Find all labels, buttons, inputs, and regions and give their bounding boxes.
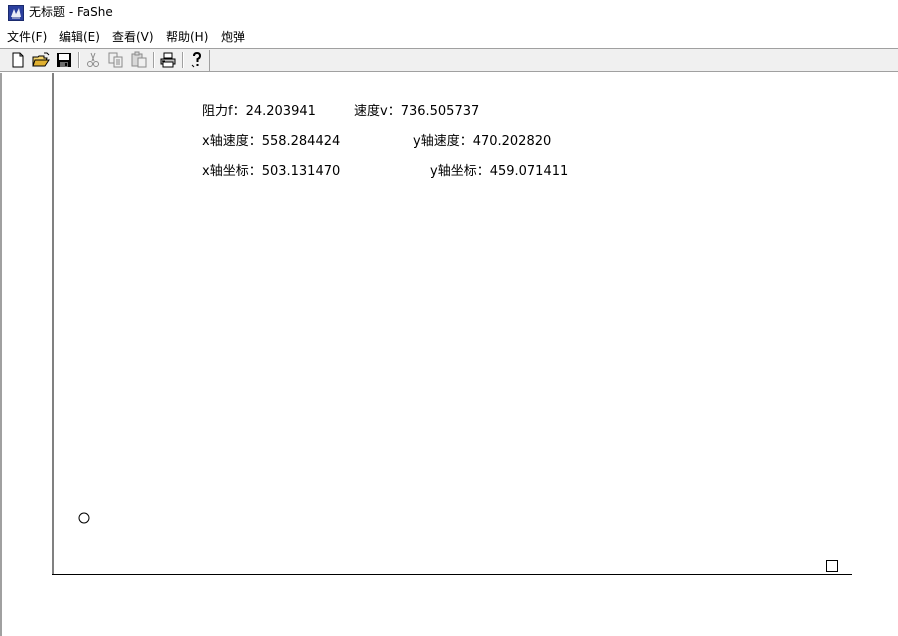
- save-disk-icon[interactable]: [55, 51, 73, 69]
- open-folder-icon[interactable]: [32, 51, 50, 69]
- resistance-readout: 阻力f：24.203941: [202, 104, 316, 119]
- paste-icon[interactable]: [130, 51, 148, 69]
- simulation-canvas: [52, 73, 852, 575]
- new-file-icon[interactable]: [9, 51, 27, 69]
- toolbar-separator: [153, 52, 155, 68]
- y-velocity-readout: y轴速度：470.202820: [413, 134, 552, 149]
- menu-edit[interactable]: 编辑(E): [59, 29, 100, 46]
- x-coordinate-readout: x轴坐标：503.131470: [202, 164, 341, 179]
- y-coordinate-readout: y轴坐标：459.071411: [430, 164, 569, 179]
- copy-icon[interactable]: [107, 51, 125, 69]
- help-icon[interactable]: [188, 51, 206, 69]
- print-icon[interactable]: [159, 51, 177, 69]
- toolbar-separator: [182, 52, 184, 68]
- menu-view[interactable]: 查看(V): [112, 29, 154, 46]
- app-window: 无标题 - FaShe 文件(F) 编辑(E) 查看(V) 帮助(H) 炮弹 阻…: [0, 0, 898, 636]
- client-area: 阻力f：24.203941 速度v：736.505737 x轴速度：558.28…: [0, 73, 898, 636]
- target-square: [826, 560, 838, 572]
- toolbar-separator: [78, 52, 80, 68]
- menu-shell[interactable]: 炮弹: [221, 29, 245, 46]
- projectile-circle: [78, 512, 90, 524]
- app-icon: [8, 5, 24, 21]
- velocity-readout: 速度v：736.505737: [354, 104, 480, 119]
- menu-help[interactable]: 帮助(H): [166, 29, 208, 46]
- menu-file[interactable]: 文件(F): [7, 29, 47, 46]
- window-title: 无标题 - FaShe: [29, 5, 113, 19]
- title-bar[interactable]: 无标题 - FaShe: [0, 0, 898, 26]
- toolbar: [0, 48, 898, 72]
- menu-bar: 文件(F) 编辑(E) 查看(V) 帮助(H) 炮弹: [0, 28, 898, 47]
- x-velocity-readout: x轴速度：558.284424: [202, 134, 341, 149]
- cut-icon[interactable]: [84, 51, 102, 69]
